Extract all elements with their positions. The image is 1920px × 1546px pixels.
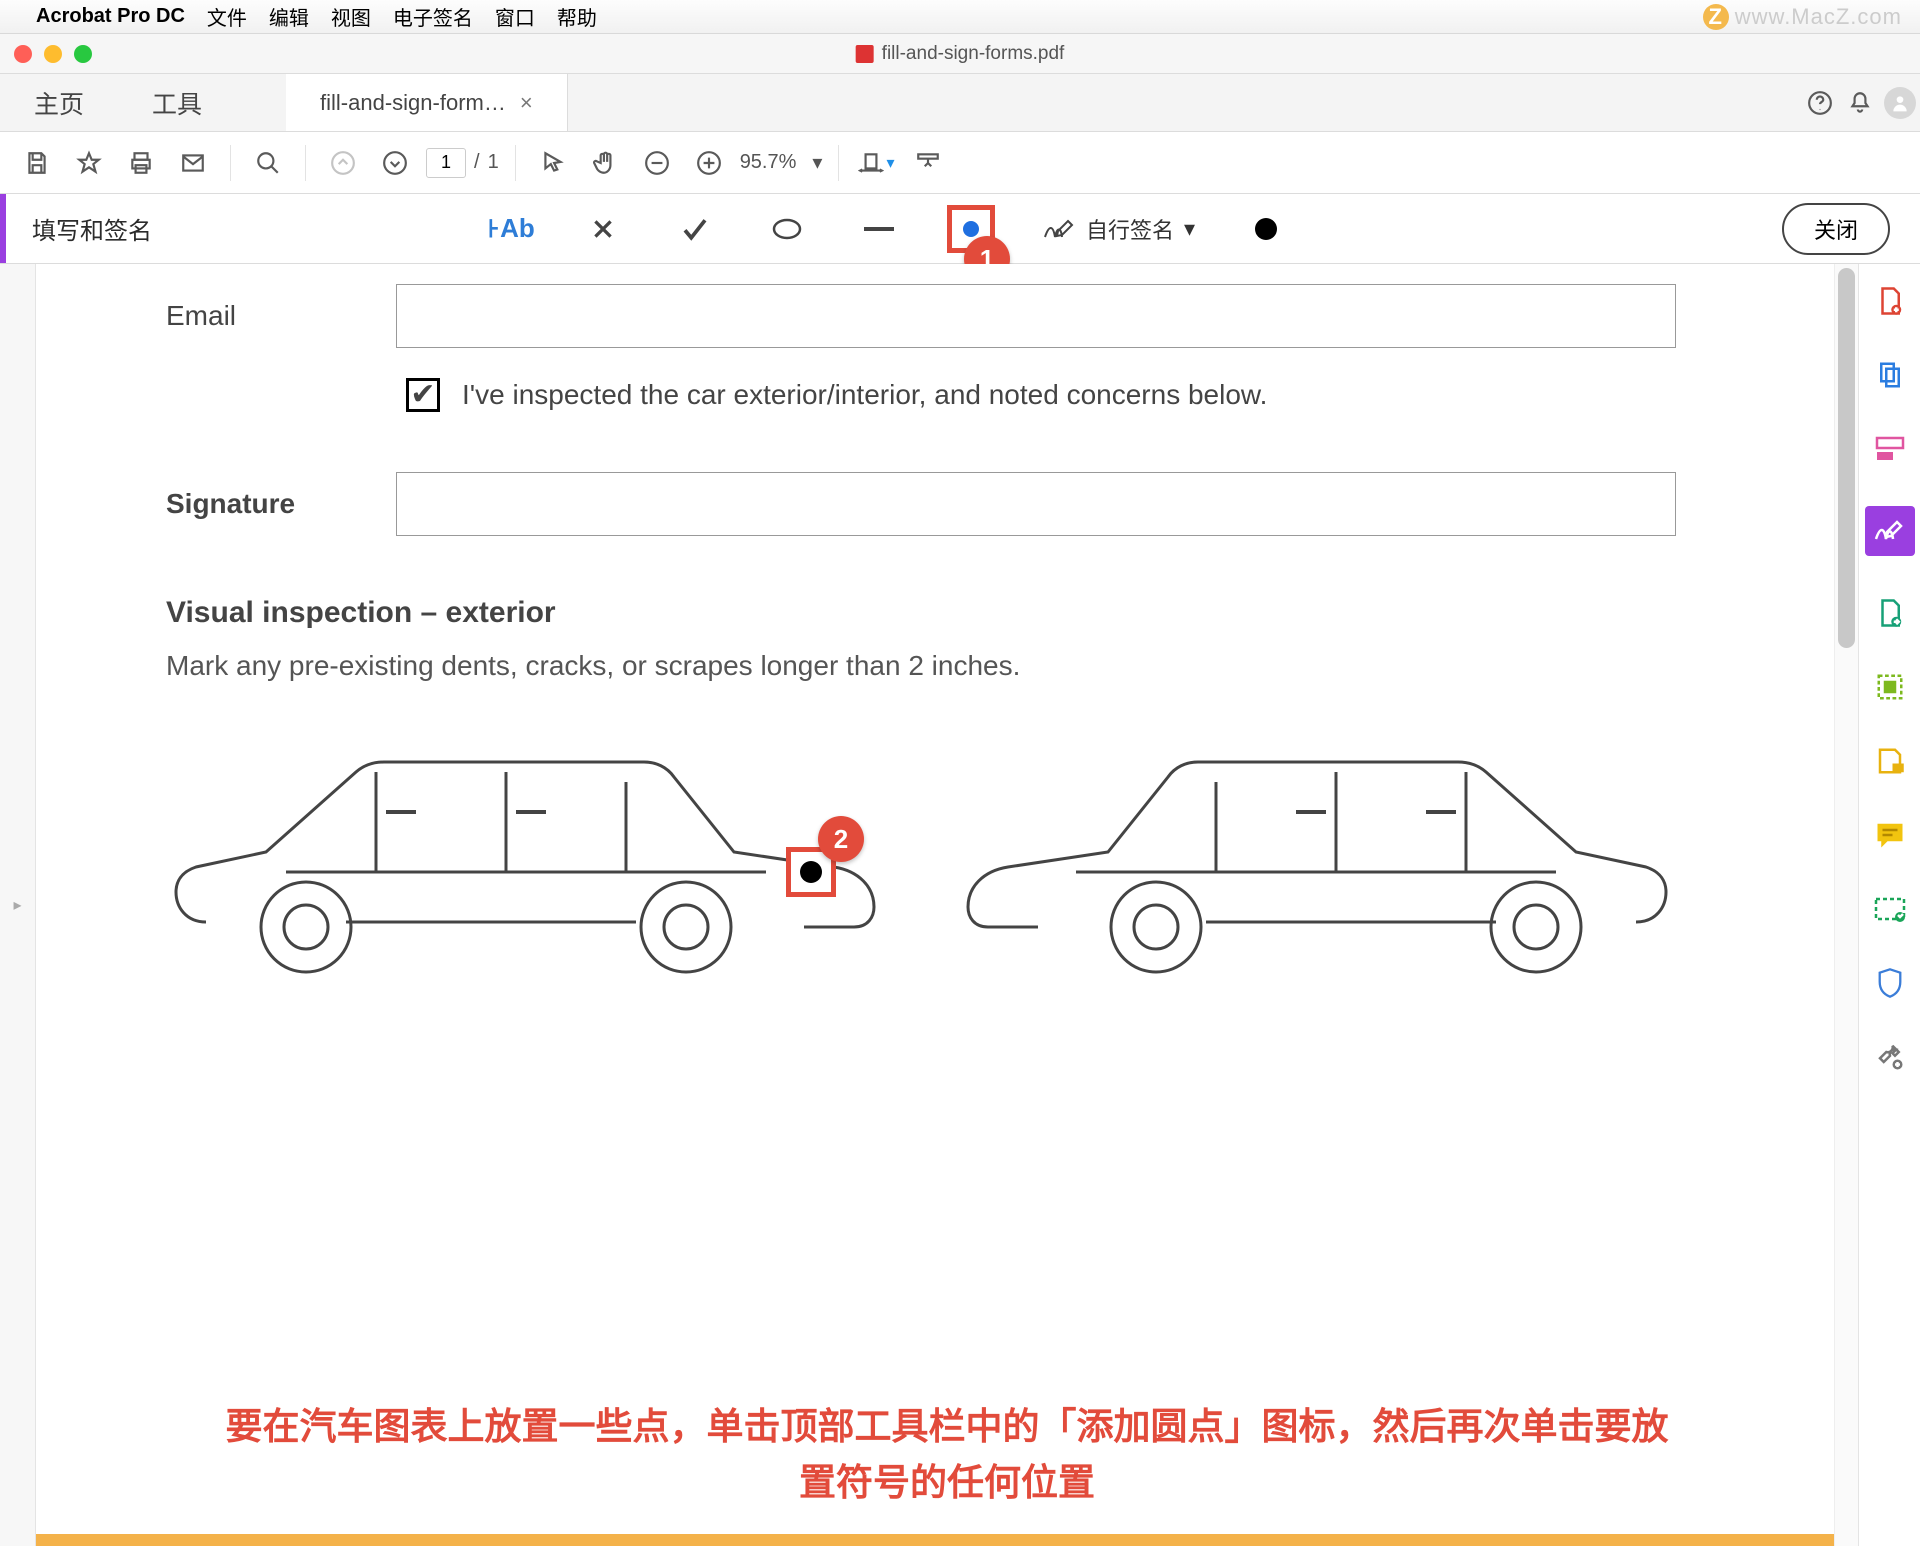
star-icon[interactable] [68, 142, 110, 184]
tab-document-label: fill-and-sign-form… [320, 90, 506, 116]
tab-close-icon[interactable]: × [520, 90, 533, 116]
color-picker[interactable] [1245, 208, 1287, 250]
tab-tools[interactable]: 工具 [118, 74, 236, 131]
email-label: Email [166, 300, 396, 332]
check-tool-icon[interactable] [674, 208, 716, 250]
bell-icon[interactable] [1840, 74, 1880, 131]
create-pdf-icon[interactable] [1873, 284, 1907, 318]
menu-edit[interactable]: 编辑 [269, 2, 309, 31]
menu-file[interactable]: 文件 [207, 2, 247, 31]
window-minimize-button[interactable] [44, 45, 62, 63]
read-mode-icon[interactable] [907, 142, 949, 184]
section-subtext: Mark any pre-existing dents, cracks, or … [166, 650, 1728, 682]
circle-tool-icon[interactable] [766, 208, 808, 250]
car-left-icon [166, 732, 886, 992]
app-name[interactable]: Acrobat Pro DC [36, 5, 185, 28]
inspection-checkbox-label: I've inspected the car exterior/interior… [462, 379, 1267, 411]
tab-home[interactable]: 主页 [0, 74, 118, 131]
callout-2: 2 [818, 816, 864, 862]
fill-sign-rail-icon[interactable] [1865, 506, 1915, 556]
tab-document[interactable]: fill-and-sign-form… × [286, 74, 568, 131]
organize-pages-icon[interactable] [1873, 670, 1907, 704]
watermark: Zwww.MacZ.com [1703, 4, 1902, 30]
main-toolbar: /1 95.7%▾ ▾ [0, 132, 1920, 194]
zoom-out-icon[interactable] [636, 142, 678, 184]
email-field[interactable] [396, 284, 1676, 348]
edit-pdf-icon[interactable] [1873, 432, 1907, 466]
print-icon[interactable] [120, 142, 162, 184]
self-sign-button[interactable]: 自行签名 ▾ [1042, 208, 1195, 250]
hand-tool-icon[interactable] [584, 142, 626, 184]
select-tool-icon[interactable] [532, 142, 574, 184]
save-icon[interactable] [16, 142, 58, 184]
menu-view[interactable]: 视图 [331, 2, 371, 31]
more-tools-icon[interactable] [1873, 1040, 1907, 1074]
mac-menu-bar: Acrobat Pro DC 文件 编辑 视图 电子签名 窗口 帮助 Zwww.… [0, 0, 1920, 34]
right-tool-rail [1858, 264, 1920, 1546]
zoom-in-icon[interactable] [688, 142, 730, 184]
account-avatar[interactable] [1880, 74, 1920, 131]
close-button[interactable]: 关闭 [1782, 203, 1890, 255]
car-diagram-area[interactable]: 2 [166, 732, 1728, 992]
document-viewport[interactable]: Email ✔ I've inspected the car exterior/… [36, 264, 1858, 1546]
workspace: ▸ Email ✔ I've inspected the car exterio… [0, 264, 1920, 1546]
zoom-level[interactable]: 95.7%▾ [740, 150, 823, 175]
x-mark-tool-icon[interactable] [582, 208, 624, 250]
search-icon[interactable] [247, 142, 289, 184]
window-title: fill-and-sign-forms.pdf [882, 43, 1065, 65]
help-icon[interactable] [1800, 74, 1840, 131]
app-tab-bar: 主页 工具 fill-and-sign-form… × [0, 74, 1920, 132]
window-close-button[interactable] [14, 45, 32, 63]
menu-esign[interactable]: 电子签名 [393, 2, 473, 31]
send-comments-icon[interactable] [1873, 744, 1907, 778]
pdf-icon [856, 45, 874, 63]
page-down-icon[interactable] [374, 142, 416, 184]
fit-width-icon[interactable]: ▾ [855, 142, 897, 184]
window-title-bar: fill-and-sign-forms.pdf [0, 34, 1920, 74]
page-total: 1 [488, 151, 499, 174]
fill-sign-toolbar: 填写和签名 ꜔Ab 自行签名 ▾ 1 关闭 [0, 194, 1920, 264]
vertical-scrollbar[interactable] [1834, 264, 1858, 1546]
export-pdf-icon[interactable] [1873, 596, 1907, 630]
protect-icon[interactable] [1873, 966, 1907, 1000]
inspection-checkbox[interactable]: ✔ [406, 378, 440, 412]
menu-help[interactable]: 帮助 [557, 2, 597, 31]
page-current-input[interactable] [426, 148, 466, 178]
bottom-accent-strip [36, 1534, 1858, 1546]
mail-icon[interactable] [172, 142, 214, 184]
window-zoom-button[interactable] [74, 45, 92, 63]
combine-files-icon[interactable] [1873, 358, 1907, 392]
comment-icon[interactable] [1873, 818, 1907, 852]
page-indicator: /1 [426, 148, 499, 178]
signature-field[interactable] [396, 472, 1676, 536]
left-gutter-expand[interactable]: ▸ [0, 264, 36, 1546]
menu-window[interactable]: 窗口 [495, 2, 535, 31]
scan-ocr-icon[interactable] [1873, 892, 1907, 926]
tutorial-caption: 要在汽车图表上放置一些点，单击顶部工具栏中的「添加圆点」图标，然后再次单击要放 … [36, 1399, 1858, 1510]
car-right-icon [956, 732, 1676, 992]
line-tool-icon[interactable] [858, 208, 900, 250]
signature-label: Signature [166, 488, 396, 520]
page-up-icon[interactable] [322, 142, 364, 184]
text-tool-icon[interactable]: ꜔Ab [490, 208, 532, 250]
fill-sign-title: 填写和签名 [32, 211, 152, 246]
section-heading: Visual inspection – exterior [166, 596, 1728, 630]
